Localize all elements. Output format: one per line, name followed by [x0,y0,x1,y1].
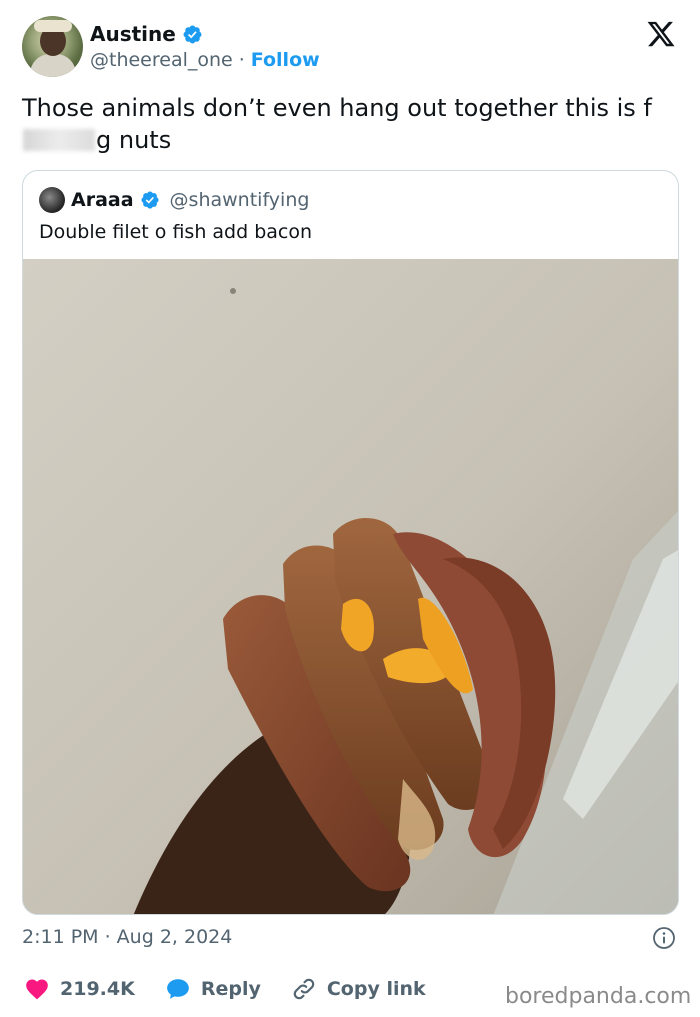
copy-link-label: Copy link [326,978,426,1000]
reply-button[interactable]: Reply [165,976,261,1002]
source-watermark: boredpanda.com [505,984,692,1009]
x-logo-icon[interactable] [646,19,676,49]
verified-badge-icon [183,25,202,43]
author-handle-row: @theereal_one · Follow [90,49,320,71]
sandwich-photo[interactable] [23,259,679,915]
author-avatar[interactable] [22,16,83,77]
tweet-text-end: g nuts [96,126,172,154]
author-display-name[interactable]: Austine [90,22,176,46]
tweet-text-start: Those animals don’t even hang out togeth… [22,94,652,122]
quoted-display-name[interactable]: Araaa [71,189,134,211]
follow-button[interactable]: Follow [251,49,320,71]
action-bar: 219.4K Reply Copy link [24,976,456,1002]
heart-icon [26,979,48,1000]
quoted-handle[interactable]: @shawntifying [170,189,310,211]
info-icon[interactable] [652,926,676,950]
copy-link-button[interactable]: Copy link [291,976,426,1002]
separator-dot: · [238,49,245,71]
link-icon [293,978,315,1000]
author-handle[interactable]: @theereal_one [90,49,233,71]
quoted-avatar[interactable] [39,187,65,213]
author-name-row: Austine [90,22,203,46]
like-count: 219.4K [60,978,135,1000]
tweet-text: Those animals don’t even hang out togeth… [22,92,682,156]
quoted-text: Double filet o fish add bacon [39,221,313,243]
speech-bubble-icon [166,979,189,999]
tweet-header: Austine @theereal_one · Follow [22,16,682,80]
reply-label: Reply [200,978,261,1000]
censor-blur [23,129,95,151]
like-button[interactable]: 219.4K [24,976,135,1002]
verified-badge-icon [141,191,159,209]
quoted-header: Araaa @shawntifying [39,187,309,213]
quoted-tweet[interactable]: Araaa @shawntifying Double filet o fish … [22,170,679,915]
tweet-timestamp[interactable]: 2:11 PM · Aug 2, 2024 [22,926,232,948]
